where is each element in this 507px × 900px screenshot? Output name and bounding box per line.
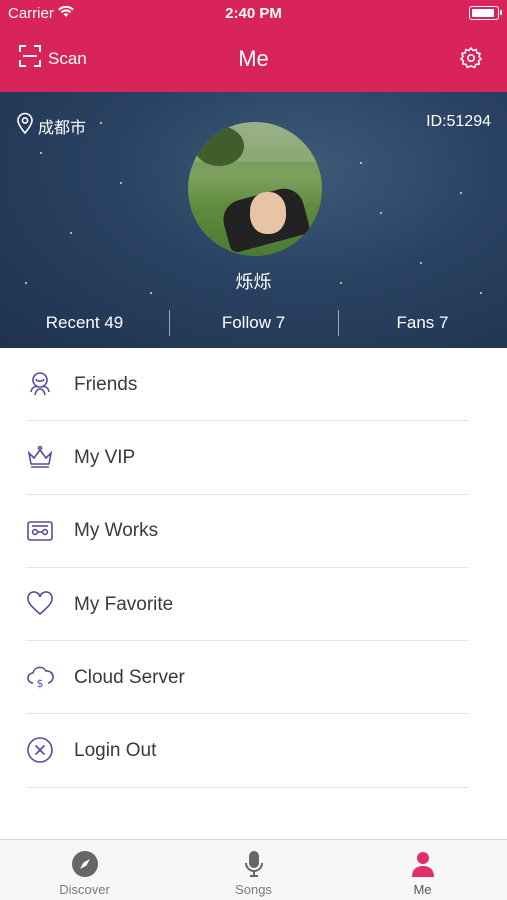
page-title: Me [238, 46, 269, 71]
gear-icon [459, 46, 483, 74]
divider [26, 786, 469, 788]
cassette-icon [26, 517, 54, 545]
location[interactable]: 成都市 [16, 112, 86, 139]
nav-bar: Scan Me [0, 30, 507, 88]
header: Carrier 2:40 PM Scan Me [0, 0, 507, 92]
profile-banner: 成都市 ID:51294 烁烁 Recent 49 Follow 7 Fans … [0, 92, 507, 348]
compass-icon [70, 849, 100, 879]
menu-item-my-vip[interactable]: My VIP [0, 421, 507, 495]
menu-item-login-out[interactable]: Login Out [0, 714, 507, 788]
nickname: 烁烁 [235, 272, 272, 292]
heart-icon [26, 590, 54, 618]
menu-item-cloud-server[interactable]: $ Cloud Server [0, 641, 507, 715]
menu-item-label: Friends [74, 373, 138, 395]
clock: 2:40 PM [225, 5, 282, 22]
cloud-money-icon: $ [26, 663, 54, 691]
star-decoration [380, 212, 382, 214]
profile-stats: Recent 49 Follow 7 Fans 7 [0, 310, 507, 336]
menu-item-label: Login Out [74, 740, 157, 762]
menu-item-my-works[interactable]: My Works [0, 495, 507, 568]
star-decoration [420, 262, 422, 264]
settings-button[interactable] [459, 46, 483, 75]
tab-label: Discover [59, 882, 110, 897]
tab-label: Songs [235, 882, 272, 897]
menu-item-label: My Favorite [74, 593, 174, 615]
star-decoration [40, 152, 42, 154]
star-decoration [460, 192, 462, 194]
stat-recent[interactable]: Recent 49 [0, 310, 169, 336]
battery-icon [469, 6, 502, 20]
stat-follow[interactable]: Follow 7 [169, 310, 338, 336]
friends-icon [26, 370, 54, 398]
stat-fans[interactable]: Fans 7 [338, 310, 507, 336]
star-decoration [70, 232, 72, 234]
status-bar: Carrier 2:40 PM [0, 0, 507, 28]
person-icon [408, 849, 438, 879]
microphone-icon [239, 849, 269, 879]
menu-item-my-favorite[interactable]: My Favorite [0, 568, 507, 642]
tab-label: Me [413, 882, 432, 897]
star-decoration [100, 122, 102, 124]
crown-icon [26, 443, 54, 471]
tab-bar: Discover Songs Me [0, 839, 507, 900]
avatar[interactable] [188, 122, 322, 256]
location-label: 成都市 [38, 119, 87, 137]
close-circle-icon [26, 736, 54, 764]
menu-item-label: My Works [74, 520, 159, 542]
tab-discover[interactable]: Discover [0, 840, 169, 900]
menu-item-label: Cloud Server [74, 666, 185, 688]
user-id: ID:51294 [426, 113, 491, 130]
menu-item-friends[interactable]: Friends [0, 348, 507, 422]
star-decoration [360, 162, 362, 164]
menu-list: Friends My VIP My Works My Favorite $ Cl… [0, 348, 507, 788]
menu-item-label: My VIP [74, 446, 136, 468]
location-pin-icon [16, 112, 34, 139]
star-decoration [120, 182, 122, 184]
tab-me[interactable]: Me [338, 840, 507, 900]
tab-songs[interactable]: Songs [169, 840, 338, 900]
svg-text:$: $ [37, 677, 44, 690]
